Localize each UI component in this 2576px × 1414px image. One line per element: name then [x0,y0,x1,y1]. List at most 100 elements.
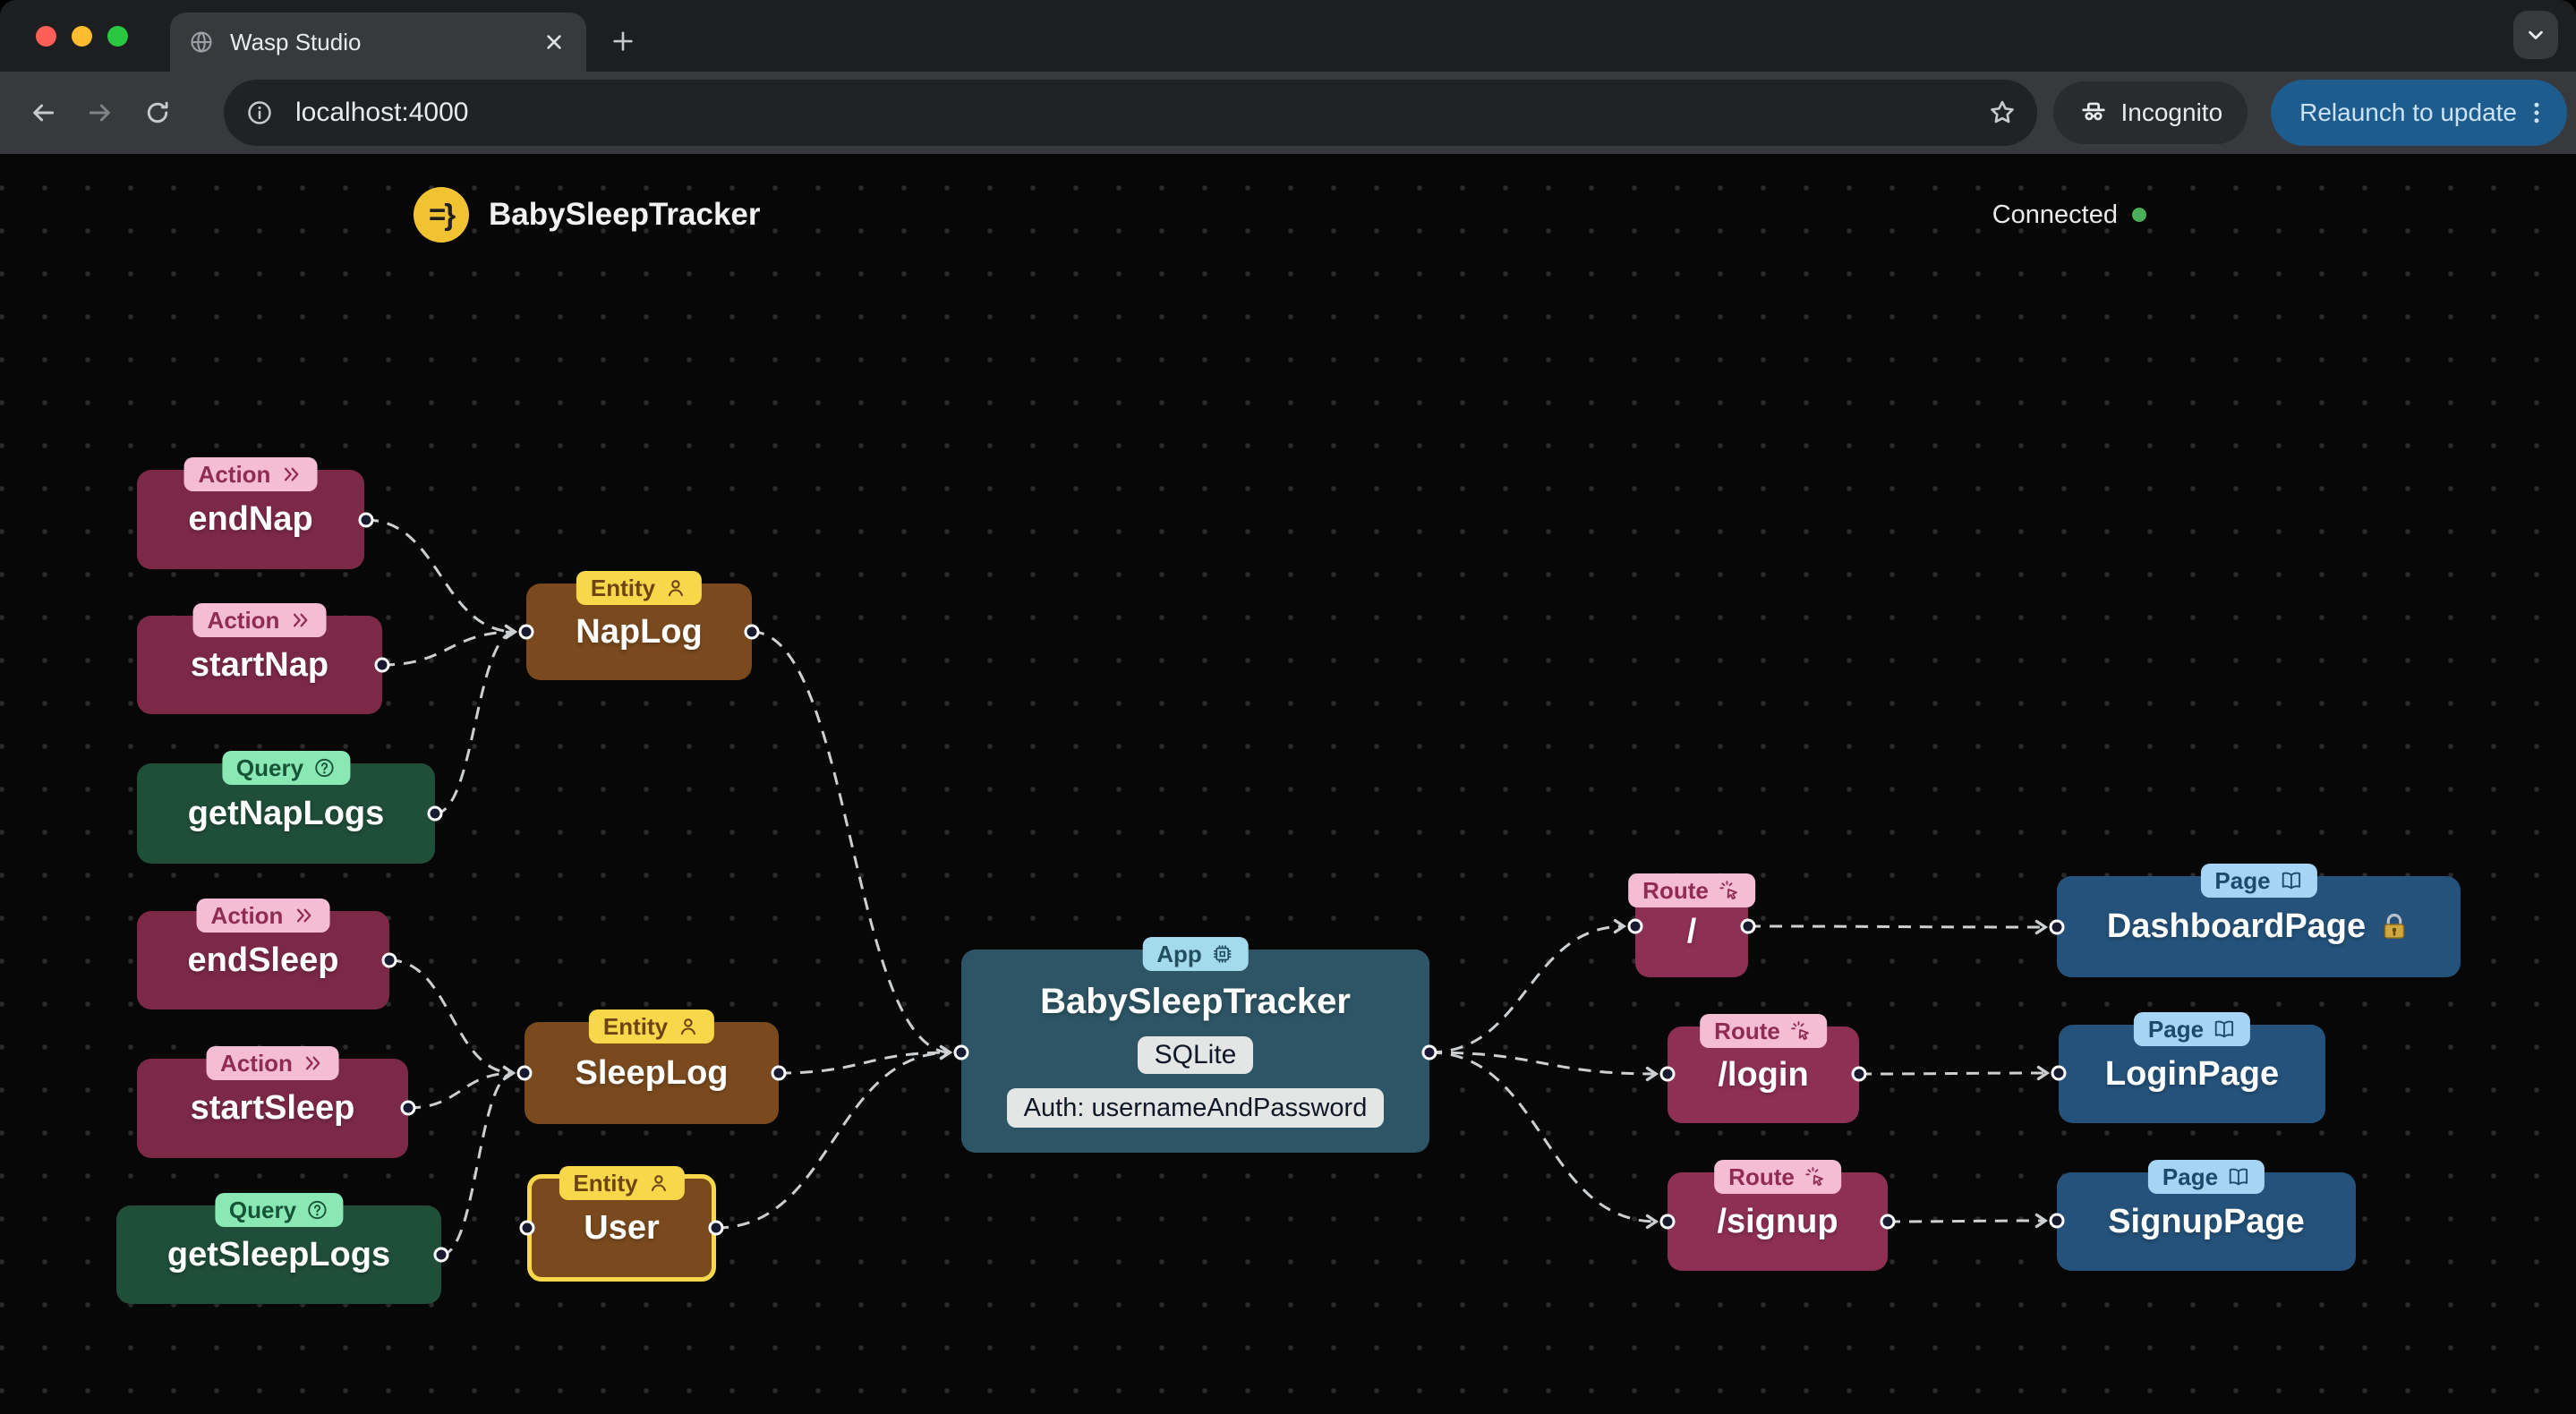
handle-right-getNapLogs[interactable] [427,805,443,822]
query-badge: Query [221,751,351,785]
node-NapLog[interactable]: Entity NapLog [526,571,752,680]
incognito-badge: Incognito [2052,81,2248,144]
zoom-window-button[interactable] [107,26,128,47]
handle-left-SleepLog[interactable] [516,1065,533,1081]
action-badge: Action [196,899,330,933]
app-chip: Auth: usernameAndPassword [1006,1088,1385,1128]
book-open-icon [2227,1165,2250,1188]
node-label: BabySleepTracker [1040,982,1351,1022]
handle-left-route-signup[interactable] [1659,1214,1676,1230]
handle-left-DashboardPage[interactable] [2049,919,2065,935]
node-SignupPage[interactable]: Page SignupPage [2057,1160,2356,1271]
handle-right-app[interactable] [1421,1044,1437,1060]
new-tab-button[interactable] [605,23,641,59]
handle-left-app[interactable] [953,1044,969,1060]
minimize-window-button[interactable] [72,26,92,47]
question-circle-icon [305,1198,328,1222]
node-endSleep[interactable]: Action endSleep [137,899,389,1009]
handle-left-route-root[interactable] [1627,918,1643,934]
node-route-root[interactable]: Route / [1628,873,1755,977]
handle-left-User[interactable] [519,1220,535,1236]
node-label: startNap [191,646,328,685]
question-circle-icon [312,756,336,779]
edge-route-login-to-LoginPage[interactable] [1858,1065,2051,1081]
handle-left-NapLog[interactable] [518,624,534,640]
node-User[interactable]: Entity User [527,1166,716,1282]
edge-route-root-to-DashboardPage[interactable] [1747,919,2049,935]
chevrons-right-icon [288,609,311,632]
reload-button[interactable] [132,88,183,138]
edge-startSleep-to-SleepLog[interactable] [407,1065,516,1110]
browser-menu-icon[interactable] [2517,93,2556,132]
node-getSleepLogs[interactable]: Query getSleepLogs [116,1193,441,1304]
node-app[interactable]: App BabySleepTracker SQLite Auth: usernameA… [961,937,1429,1153]
edge-NapLog-to-app[interactable] [751,630,953,1060]
relaunch-button[interactable]: Relaunch to update [2271,80,2567,146]
badge-label: Route [1714,1017,1780,1044]
node-label: NapLog [576,613,702,652]
handle-right-getSleepLogs[interactable] [433,1247,449,1263]
edge-route-signup-to-SignupPage[interactable] [1887,1213,2049,1229]
handle-right-startNap[interactable] [374,657,390,673]
site-info-icon[interactable] [236,89,283,136]
tab-close-icon[interactable] [542,30,567,55]
edge-endSleep-to-SleepLog[interactable] [388,958,516,1081]
node-label: getSleepLogs [167,1236,390,1274]
node-label: SleepLog [575,1054,728,1093]
address-bar[interactable]: localhost:4000 [224,80,2037,146]
node-label-text: /signup [1717,1202,1838,1240]
handle-right-route-signup[interactable] [1880,1214,1896,1230]
status-label: Connected [1992,200,2118,229]
connection-status: Connected [1992,187,2146,243]
back-button[interactable] [18,88,68,138]
handle-right-endSleep[interactable] [381,952,397,968]
url-text[interactable]: localhost:4000 [295,98,1987,128]
badge-label: Action [207,606,280,634]
handle-right-SleepLog[interactable] [771,1065,787,1081]
node-startNap[interactable]: Action startNap [137,603,382,714]
node-endNap[interactable]: Action endNap [137,457,364,569]
node-route-signup[interactable]: Route/signup [1668,1160,1888,1271]
handle-left-SignupPage[interactable] [2049,1213,2065,1229]
node-LoginPage[interactable]: Page LoginPage [2059,1012,2325,1123]
incognito-label: Incognito [2120,98,2223,126]
browser-tab[interactable]: Wasp Studio [170,13,586,72]
edge-app-to-route-login[interactable] [1429,1051,1659,1082]
node-label-text: BabySleepTracker [1040,982,1351,1021]
node-SleepLog[interactable]: Entity SleepLog [525,1009,779,1124]
handle-left-LoginPage[interactable] [2051,1065,2067,1081]
badge-label: Action [220,1049,293,1077]
flow-canvas[interactable]: =} BabySleepTracker Connected Action endN… [0,154,2576,1414]
handle-left-route-login[interactable] [1659,1066,1676,1082]
node-startSleep[interactable]: Action startSleep [137,1046,408,1158]
edge-endNap-to-NapLog[interactable] [365,518,518,640]
person-icon [664,576,687,600]
handle-right-route-login[interactable] [1851,1066,1867,1082]
handle-right-NapLog[interactable] [744,624,760,640]
node-route-login[interactable]: Route/login [1668,1014,1859,1123]
edge-app-to-route-signup[interactable] [1429,1051,1659,1230]
tab-search-chevron-icon[interactable] [2513,11,2558,59]
handle-right-User[interactable] [708,1220,724,1236]
badge-label: Page [2214,866,2271,894]
handle-right-endNap[interactable] [358,512,374,528]
node-label: DashboardPage [2107,907,2410,946]
node-getNapLogs[interactable]: Query getNapLogs [137,751,435,864]
page-badge: Page [2133,1012,2251,1046]
route-badge: Route [1628,873,1755,907]
node-label: User [584,1209,660,1248]
badge-label: Entity [590,574,656,601]
route-badge: Route [1714,1160,1841,1194]
handle-right-route-root[interactable] [1740,918,1756,934]
handle-right-startSleep[interactable] [400,1100,416,1116]
page-badge: Page [2200,864,2317,898]
bookmark-star-icon[interactable] [1987,98,2017,128]
person-icon [647,1171,670,1195]
tab-strip: Wasp Studio [0,0,2576,72]
edge-getNapLogs-to-NapLog[interactable] [434,624,518,815]
node-DashboardPage[interactable]: Page DashboardPage [2057,864,2461,977]
edge-app-to-route-root[interactable] [1429,918,1627,1054]
forward-button[interactable] [75,88,125,138]
close-window-button[interactable] [36,26,56,47]
edge-getSleepLogs-to-SleepLog[interactable] [440,1065,516,1256]
